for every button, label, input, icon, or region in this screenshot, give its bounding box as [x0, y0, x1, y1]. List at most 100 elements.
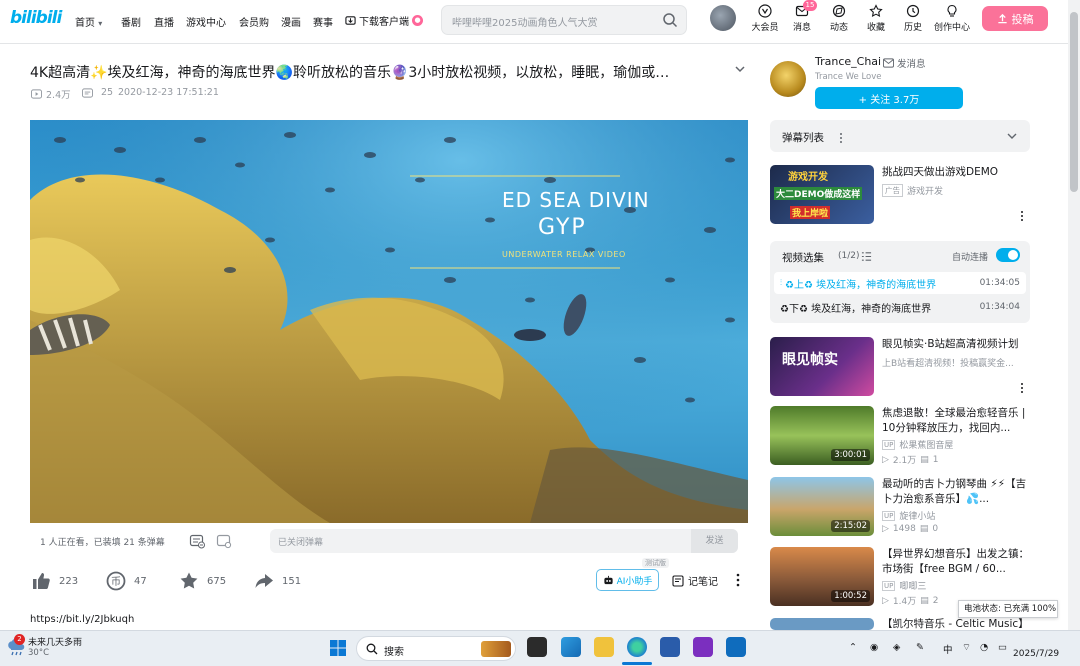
search-box[interactable]: 哔哩哔哩2025动画角色人气大赏 [441, 5, 687, 35]
taskbar-search[interactable]: 搜索 [356, 636, 516, 661]
nav-manga[interactable]: 漫画 [281, 14, 301, 29]
like-button[interactable]: 223 [31, 571, 78, 591]
danmaku-bar: 1 人正在看，已装填 21 条弹幕 已关闭弹幕 发送 [30, 523, 748, 559]
uploader-name[interactable]: Trance_Chai [815, 55, 881, 68]
rec-title[interactable]: 【凯尔特音乐 - Celtic Music】 [882, 617, 1032, 630]
favorite-button[interactable]: 675 [179, 571, 226, 591]
rec-title[interactable]: 【异世界幻想音乐】出发之镇：市场街【free BGM / 60... [882, 547, 1032, 577]
rec-thumbnail[interactable]: 2:15:02 [770, 477, 874, 536]
rec-danmaku: 1 [932, 454, 939, 465]
tray-volume-icon[interactable]: ◔ [980, 642, 988, 653]
danmaku-list-panel[interactable]: 弹幕列表 [770, 120, 1030, 152]
chevron-down-icon[interactable] [1006, 131, 1018, 141]
rec-thumbnail[interactable]: 1:00:52 [770, 547, 874, 606]
input-method-indicator[interactable]: 中 [943, 642, 953, 656]
ai-beta-tag: 测试版 [642, 558, 669, 568]
weather-summary[interactable]: 未来几天多雨 [28, 635, 82, 648]
share-arrow-icon [255, 574, 273, 588]
rec-thumbnail[interactable]: 眼见帧实 [770, 337, 874, 396]
take-notes-button[interactable]: 记笔记 [672, 573, 718, 588]
ai-assistant-button[interactable]: AI小助手 [596, 569, 659, 591]
store-icon[interactable] [660, 637, 680, 657]
description-link[interactable]: https://bit.ly/2Jbkuqh [30, 614, 134, 625]
danmaku-settings-icon[interactable] [216, 533, 232, 549]
more-options-icon[interactable] [733, 572, 743, 588]
ad-thumbnail[interactable]: 游戏开发 大二DEMO做成这样 我上岸啦 [770, 165, 874, 224]
share-button[interactable]: 151 [254, 571, 301, 591]
danmaku-list-more-icon[interactable] [838, 132, 844, 144]
dynamic-button[interactable]: 动态 [819, 4, 859, 33]
taskbar-clock[interactable]: 2025/7/29 [1013, 636, 1059, 660]
tray-app-icon[interactable]: ◉ [870, 642, 878, 653]
history-label: 历史 [903, 23, 922, 33]
view-count: 2.4万 [31, 87, 71, 101]
history-button[interactable]: 历史 [893, 4, 933, 33]
outlook-icon[interactable] [726, 637, 746, 657]
nav-game-center[interactable]: 游戏中心 [186, 14, 226, 29]
ad-more-icon[interactable] [1019, 210, 1025, 222]
nav-home[interactable]: 首页 ▾ [75, 14, 102, 29]
rec-title[interactable]: 焦虑退散！全球最治愈轻音乐 | 10分钟释放压力，找回内... [882, 406, 1032, 436]
autoplay-toggle[interactable] [996, 248, 1020, 262]
uploader-avatar[interactable] [770, 61, 806, 97]
scrollbar-thumb[interactable] [1070, 12, 1078, 192]
tray-chevron-up-icon[interactable]: ⌃ [849, 642, 857, 653]
favorite-count: 675 [207, 575, 227, 587]
tray-pen-icon[interactable]: ✎ [916, 642, 924, 653]
follow-button[interactable]: + 关注 3.7万 [815, 87, 963, 109]
rec-title[interactable]: 眼见帧实·B站超高清视频计划 [882, 337, 1032, 352]
rec-thumbnail[interactable] [770, 618, 874, 630]
battery-tooltip: 电池状态: 已充满 100% [958, 600, 1058, 618]
user-avatar[interactable] [710, 5, 736, 31]
video-player[interactable]: ED SEA DIVIN GYP UNDERWATER RELAX VIDEO [30, 120, 748, 523]
danmaku-send-button[interactable]: 发送 [691, 529, 738, 553]
vip-button[interactable]: 大会员 [745, 4, 785, 33]
expand-title-chevron-icon[interactable] [733, 62, 747, 76]
ad-title[interactable]: 挑战四天做出游戏DEMO [882, 165, 1032, 180]
onenote-icon[interactable] [693, 637, 713, 657]
video-series-panel: 视频选集 (1/2) 自动连播 ⫶ ♻上♻ 埃及红海，神奇的海底世界 01:34… [770, 241, 1030, 323]
rec-thumbnail[interactable]: 3:00:01 [770, 406, 874, 465]
favorites-button[interactable]: 收藏 [856, 4, 896, 33]
series-episode[interactable]: ⫶ ♻上♻ 埃及红海，神奇的海底世界 01:34:05 [774, 272, 1026, 294]
nav-esports[interactable]: 赛事 [313, 14, 333, 29]
vip-label: 大会员 [751, 23, 779, 33]
page-scrollbar[interactable] [1068, 0, 1080, 630]
bilibili-logo[interactable]: bilibili [10, 8, 62, 28]
edge-browser-alt-icon[interactable] [561, 637, 581, 657]
danmaku-input[interactable]: 已关闭弹幕 发送 [270, 529, 738, 553]
task-view-icon[interactable] [527, 637, 547, 657]
rec-duration: 3:00:01 [831, 449, 870, 461]
thumbs-up-icon [33, 573, 50, 589]
file-explorer-icon[interactable] [594, 637, 614, 657]
nav-live[interactable]: 直播 [154, 14, 174, 29]
coin-button[interactable]: 币 47 [106, 571, 147, 591]
search-icon[interactable] [662, 12, 678, 28]
windows-start-icon[interactable] [329, 639, 347, 657]
nav-mall[interactable]: 会员购 [239, 14, 269, 29]
list-view-icon[interactable] [861, 251, 872, 262]
danmaku-count-icon [82, 87, 93, 98]
send-message-link[interactable]: 发消息 [883, 56, 926, 70]
video-overlay-title: ED SEA DIVIN [502, 188, 650, 212]
search-input[interactable]: 哔哩哔哩2025动画角色人气大赏 [452, 14, 597, 29]
video-overlay-subtitle: GYP [538, 215, 587, 240]
tray-network-icon[interactable]: ◈ [893, 642, 900, 653]
creator-center-button[interactable]: 创作中心 [930, 4, 974, 33]
series-episode[interactable]: ♻下♻ 埃及红海，神奇的海底世界 01:34:04 [774, 296, 1026, 318]
rec-title[interactable]: 最动听的吉卜力钢琴曲 ⚡⚡【吉卜力治愈系音乐】💦... [882, 477, 1032, 507]
download-icon [345, 16, 356, 25]
rec-more-icon[interactable] [1019, 382, 1025, 394]
up-tag-icon: UP [882, 439, 896, 450]
nav-download-client[interactable]: 下载客户端 ● [345, 13, 423, 28]
danmaku-input-placeholder: 已关闭弹幕 [278, 538, 324, 548]
upload-button[interactable]: 投稿 [982, 6, 1048, 31]
danmaku-toggle-icon[interactable] [189, 533, 205, 549]
edge-browser-icon[interactable] [627, 637, 647, 657]
chevron-down-icon: ▾ [98, 19, 103, 28]
episode-duration: 01:34:04 [979, 302, 1020, 312]
tray-battery-icon[interactable]: ▭ [998, 642, 1007, 653]
tray-wifi-icon[interactable]: ⌔ [962, 642, 971, 653]
nav-anime[interactable]: 番剧 [121, 14, 141, 29]
creator-center-label: 创作中心 [933, 23, 970, 33]
